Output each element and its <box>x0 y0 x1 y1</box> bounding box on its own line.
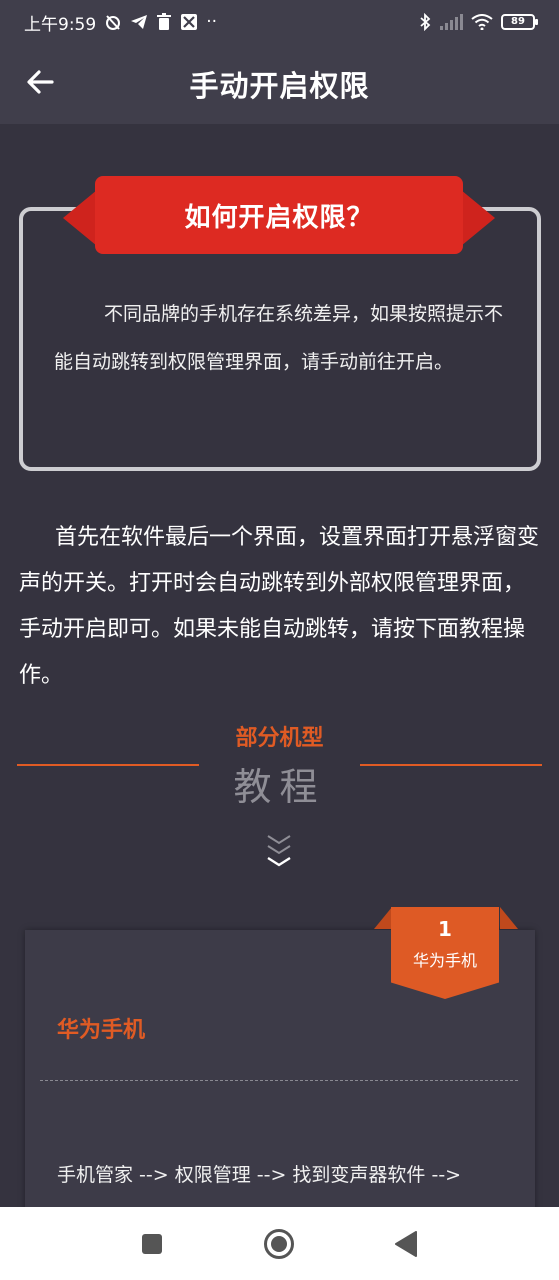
status-time: 上午9:59 <box>24 14 97 35</box>
page-title: 手动开启权限 <box>189 69 370 103</box>
alarm-off-icon <box>104 13 122 31</box>
nav-home-button[interactable] <box>257 1222 301 1266</box>
nav-back-button[interactable] <box>384 1222 428 1266</box>
section-divider-left <box>17 764 199 766</box>
arrow-left-icon <box>27 70 54 94</box>
howto-title: 如何开启权限？ <box>95 176 463 254</box>
section-subtitle: 部分机型 <box>235 726 324 751</box>
telegram-icon <box>130 13 148 31</box>
more-notifications-icon: ·· <box>206 12 217 32</box>
double-chevron-down-icon <box>267 835 291 867</box>
status-bar: 上午9:59 ·· 89 <box>0 0 559 44</box>
intro-paragraph: 首先在软件最后一个界面，设置界面打开悬浮窗变声的开关。打开时会自动跳转到外部权限… <box>19 525 540 688</box>
bluetooth-icon <box>419 13 431 31</box>
trash-icon <box>156 13 172 31</box>
card-step-text: 手机管家 --> 权限管理 --> 找到变声器软件 --> <box>57 1164 462 1186</box>
app-bar: 手动开启权限 <box>0 44 559 124</box>
badge-ear-left <box>374 907 392 929</box>
howto-text: 不同品牌的手机存在系统差异，如果按照提示不能自动跳转到权限管理界面，请手动前往开… <box>54 303 504 373</box>
card-divider <box>40 1080 518 1081</box>
section-title: 教程 <box>233 765 326 809</box>
howto-ribbon: 如何开启权限？ <box>63 176 495 254</box>
section-divider-right <box>360 764 542 766</box>
triangle-back-icon <box>395 1231 417 1257</box>
app-notification-icon <box>180 13 198 31</box>
nav-recent-button[interactable] <box>130 1222 174 1266</box>
circle-icon <box>264 1229 294 1259</box>
wifi-icon <box>471 14 493 30</box>
badge-number: 1 <box>438 917 452 941</box>
badge-body: 1 华为手机 <box>391 907 499 999</box>
card-badge: 1 华为手机 <box>374 907 518 1003</box>
ribbon-tail-right <box>461 190 495 246</box>
square-icon <box>142 1234 162 1254</box>
battery-icon: 89 <box>501 14 538 30</box>
signal-icon <box>439 14 463 30</box>
badge-label: 华为手机 <box>412 951 477 970</box>
back-button[interactable] <box>20 62 60 102</box>
ribbon-tail-left <box>63 190 97 246</box>
card-title: 华为手机 <box>57 1018 146 1043</box>
badge-ear-right <box>500 907 518 929</box>
